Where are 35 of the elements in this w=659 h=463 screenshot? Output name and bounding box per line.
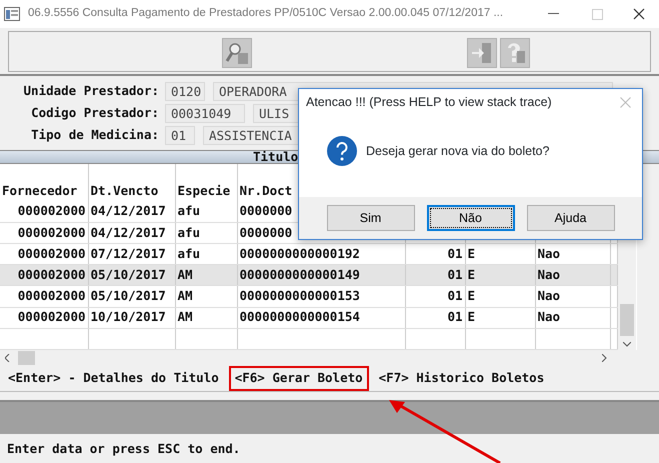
table-cell: afu [175, 222, 237, 244]
table-cell: 01 [405, 307, 465, 328]
table-cell: E [465, 264, 535, 286]
table-cell: 0000000000000154 [237, 307, 405, 328]
field-label: Tipo de Medicina: [30, 126, 160, 144]
table-title: Titulo [253, 149, 298, 164]
dialog-title: Atencao !!! (Press HELP to view stack trace) [306, 94, 553, 111]
table-cell: Nao [535, 307, 610, 328]
table-cell: 05/10/2017 [88, 264, 175, 286]
field-label: Unidade Prestador: [22, 82, 160, 100]
table-cell: 04/12/2017 [88, 201, 175, 222]
status-text: Enter data or press ESC to end. [7, 440, 240, 458]
table-cell: 000002000 [0, 307, 88, 328]
table-cell: E [465, 307, 535, 328]
table-cell: 000002000 [0, 201, 88, 222]
table-cell: 01 [405, 264, 465, 286]
table-cell: 000002000 [0, 264, 88, 286]
table-cell: 0000000000000153 [237, 286, 405, 308]
table-cell: Nao [535, 264, 610, 286]
table-cell: 0000000000000149 [237, 264, 405, 286]
table-cell: 10/10/2017 [88, 307, 175, 328]
table-cell: 01 [405, 286, 465, 308]
field-label: Codigo Prestador: [30, 104, 160, 122]
table-cell: 000002000 [0, 222, 88, 244]
table-cell: 04/12/2017 [88, 222, 175, 244]
dialog-message: Deseja gerar nova via do boleto? [366, 142, 550, 160]
table-cell: afu [175, 201, 237, 222]
table-cell: E [465, 286, 535, 308]
table-cell: 05/10/2017 [88, 286, 175, 308]
table-cell: AM [175, 307, 237, 328]
table-cell: AM [175, 264, 237, 286]
table-cell: 000002000 [0, 286, 88, 308]
table-cell: AM [175, 286, 237, 308]
window-title: 06.9.5556 Consulta Pagamento de Prestadores PP/0510C Versao 2.00.00.045 07/12/2017 ... [28, 6, 504, 22]
table-cell: Nao [535, 286, 610, 308]
